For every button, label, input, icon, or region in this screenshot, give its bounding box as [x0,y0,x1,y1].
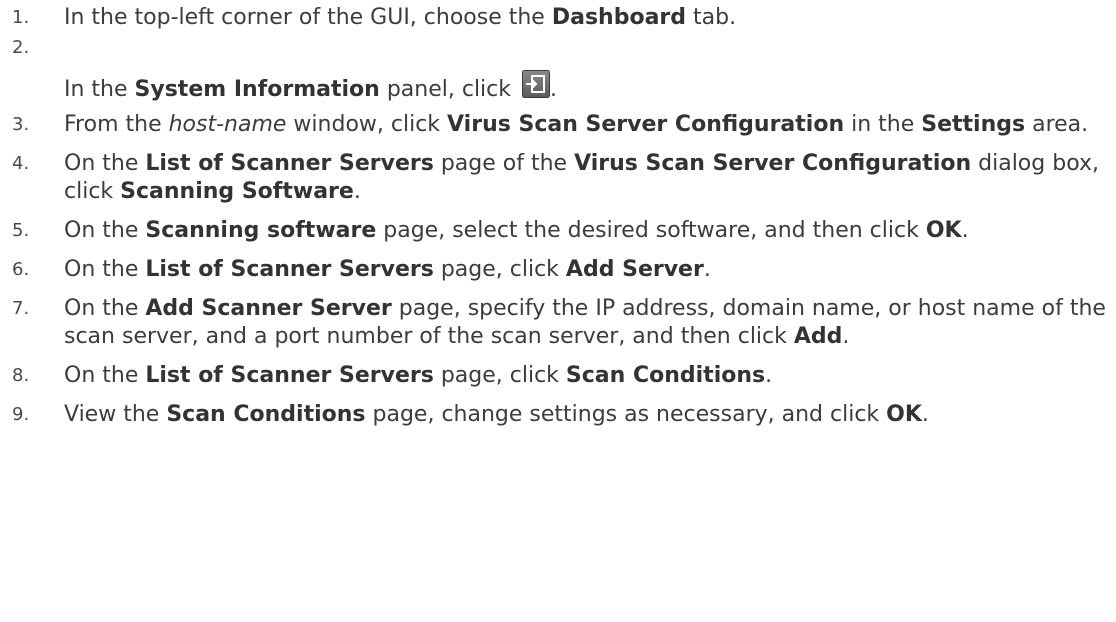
ui-term: List of Scanner Servers [145,363,434,388]
step-text: On the Scanning software page, select th… [64,217,1112,245]
procedure-steps: 1. In the top-left corner of the GUI, cho… [12,4,1112,429]
step-text: On the List of Scanner Servers page, cli… [64,362,1112,390]
step-text-segment: area. [1025,112,1089,137]
ui-term: Scan Conditions [565,363,766,388]
step-text-segment: View the [64,402,167,427]
step-text-segment: page, click [433,257,566,282]
step-item: 3. From the host-name window, click Virus… [12,111,1112,139]
step-text-segment: . [842,324,850,349]
step-item: 7. On the Add Scanner Server page, specif… [12,295,1112,351]
step-text-segment: in the [844,112,922,137]
ui-term: Add [793,324,843,349]
ui-term: Add Scanner Server [145,296,392,321]
step-item: 2. In the System Information panel, click… [12,37,1112,104]
ui-term: Virus Scan Server Configuration [447,112,845,137]
step-text: On the Add Scanner Server page, specify … [64,295,1112,351]
step-item: 1. In the top-left corner of the GUI, cho… [12,4,1112,32]
step-number: 2. [12,37,30,58]
step-item: 6. On the List of Scanner Servers page, c… [12,256,1112,284]
ui-term: List of Scanner Servers [145,151,434,176]
step-item: 4. On the List of Scanner Servers page of… [12,150,1112,206]
step-text-segment: . [765,363,773,388]
step-text-segment: page, click [433,363,566,388]
step-text-segment: In the top-left corner of the GUI, choos… [64,5,552,30]
step-text-segment: In the [64,77,135,102]
step-text: On the List of Scanner Servers page of t… [64,150,1112,206]
ui-term: OK [886,402,922,427]
step-number: 6. [12,259,30,280]
step-text-segment: On the [64,151,146,176]
step-text: From the host-name window, click Virus S… [64,111,1112,139]
step-number: 4. [12,153,30,174]
step-number: 3. [12,114,30,135]
ui-term: Scanning Software [120,179,354,204]
step-text: In the System Information panel, click . [64,44,1112,104]
ui-term: System Information [134,77,380,102]
step-text-segment: . [353,179,361,204]
step-text: View the Scan Conditions page, change se… [64,401,1112,429]
step-number: 8. [12,365,30,386]
ui-term: Settings [921,112,1026,137]
step-text-segment: On the [64,363,146,388]
step-text-segment: window, click [286,112,448,137]
ui-term: Add Server [565,257,704,282]
step-text-segment: page, select the desired software, and t… [376,218,926,243]
step-text-segment: On the [64,218,146,243]
ui-term: Virus Scan Server Configuration [574,151,972,176]
placeholder-term: host-name [168,112,287,137]
step-number: 9. [12,404,30,425]
ui-term: List of Scanner Servers [145,257,434,282]
step-item: 5. On the Scanning software page, select … [12,217,1112,245]
step-text-segment: On the [64,296,146,321]
ui-term: OK [925,218,962,243]
step-text-segment: . [921,402,929,427]
ui-term: Scan Conditions [166,402,366,427]
step-text: On the List of Scanner Servers page, cli… [64,256,1112,284]
step-text-segment: page, change settings as necessary, and … [365,402,887,427]
step-text: In the top-left corner of the GUI, choos… [64,4,1112,32]
step-number: 7. [12,298,30,319]
step-text-segment: . [550,77,557,102]
step-text-segment: . [703,257,711,282]
step-number: 5. [12,220,30,241]
step-text-segment: From the [64,112,169,137]
step-number: 1. [12,7,30,28]
ui-term: Scanning software [145,218,377,243]
step-text-segment: . [961,218,969,243]
step-text-segment: page of the [433,151,575,176]
step-item: 8. On the List of Scanner Servers page, c… [12,362,1112,390]
ui-term: Dashboard [551,5,687,30]
step-text-segment: On the [64,257,146,282]
settings-window-icon[interactable] [522,70,550,98]
step-text-segment: tab. [686,5,737,30]
step-text-segment: panel, click [379,77,518,102]
step-item: 9. View the Scan Conditions page, change … [12,401,1112,429]
